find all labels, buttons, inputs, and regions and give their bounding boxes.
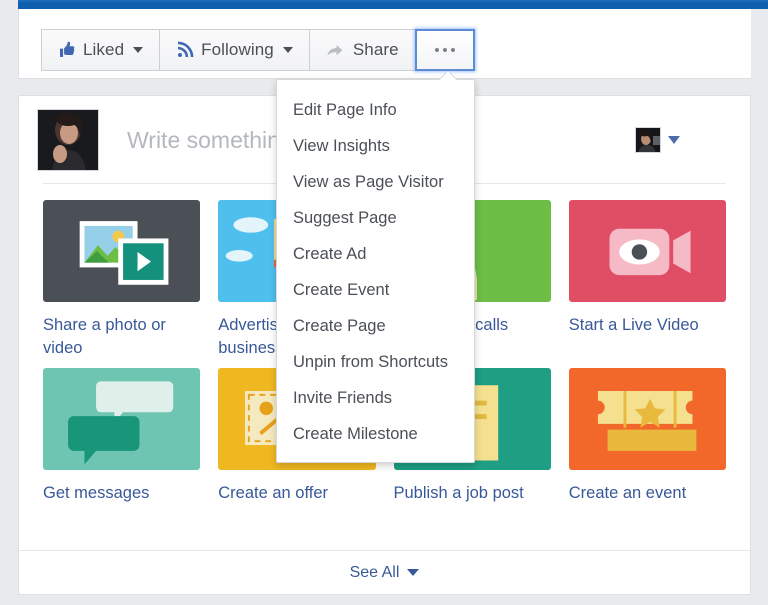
liked-button[interactable]: Liked: [41, 29, 160, 71]
menu-item-invite-friends[interactable]: Invite Friends: [277, 380, 474, 416]
composer-identity-selector[interactable]: [635, 127, 732, 153]
following-button[interactable]: Following: [159, 29, 310, 71]
tile-label: Create an event: [569, 482, 726, 505]
tile-label: Share a photo or video: [43, 314, 200, 360]
share-arrow-icon: [326, 41, 346, 59]
more-options-button[interactable]: [415, 29, 475, 71]
see-all-button[interactable]: See All: [350, 564, 420, 582]
tile-label: Publish a job post: [394, 482, 551, 505]
see-all-footer: See All: [19, 550, 750, 594]
see-all-label: See All: [350, 564, 400, 582]
tile-start-live-video[interactable]: Start a Live Video: [569, 200, 726, 360]
page-root: Liked Following: [0, 0, 768, 605]
more-options-dropdown-menu: Edit Page Info View Insights View as Pag…: [276, 79, 475, 463]
menu-pointer-arrow: [439, 71, 457, 80]
menu-item-view-insights[interactable]: View Insights: [277, 128, 474, 164]
page-action-buttons: Liked Following: [41, 29, 475, 71]
menu-item-view-as-page-visitor[interactable]: View as Page Visitor: [277, 164, 474, 200]
mini-avatar: [635, 127, 661, 153]
caret-down-icon: [133, 47, 143, 53]
tile-label: Create an offer: [218, 482, 375, 505]
chat-bubbles-icon: [43, 368, 200, 470]
page-right-gutter: [751, 9, 768, 605]
share-button-label: Share: [353, 40, 399, 60]
tile-get-messages[interactable]: Get messages: [43, 368, 200, 505]
caret-down-icon: [283, 47, 293, 53]
ellipsis-icon: [435, 48, 455, 52]
chevron-down-icon: [407, 569, 419, 576]
photo-video-icon: [43, 200, 200, 302]
menu-item-create-event[interactable]: Create Event: [277, 272, 474, 308]
composer-avatar: [37, 109, 99, 171]
chevron-down-icon[interactable]: [668, 136, 680, 144]
facebook-top-chrome-bar: [18, 0, 768, 9]
tile-label: Start a Live Video: [569, 314, 726, 337]
menu-item-edit-page-info[interactable]: Edit Page Info: [277, 92, 474, 128]
page-action-bar-panel: Liked Following: [18, 9, 768, 79]
tile-label: Get messages: [43, 482, 200, 505]
menu-item-unpin-from-shortcuts[interactable]: Unpin from Shortcuts: [277, 344, 474, 380]
following-button-label: Following: [201, 40, 274, 60]
live-video-camera-icon: [569, 200, 726, 302]
menu-item-create-page[interactable]: Create Page: [277, 308, 474, 344]
rss-following-icon: [176, 41, 194, 59]
menu-item-create-ad[interactable]: Create Ad: [277, 236, 474, 272]
liked-button-label: Liked: [83, 40, 124, 60]
share-button[interactable]: Share: [309, 29, 416, 71]
tile-share-photo-video[interactable]: Share a photo or video: [43, 200, 200, 360]
menu-item-suggest-page[interactable]: Suggest Page: [277, 200, 474, 236]
tile-create-event[interactable]: Create an event: [569, 368, 726, 505]
event-ticket-icon: [569, 368, 726, 470]
menu-item-create-milestone[interactable]: Create Milestone: [277, 416, 474, 452]
top-bar-highlight: [18, 0, 768, 2]
thumbs-up-icon: [58, 41, 76, 59]
